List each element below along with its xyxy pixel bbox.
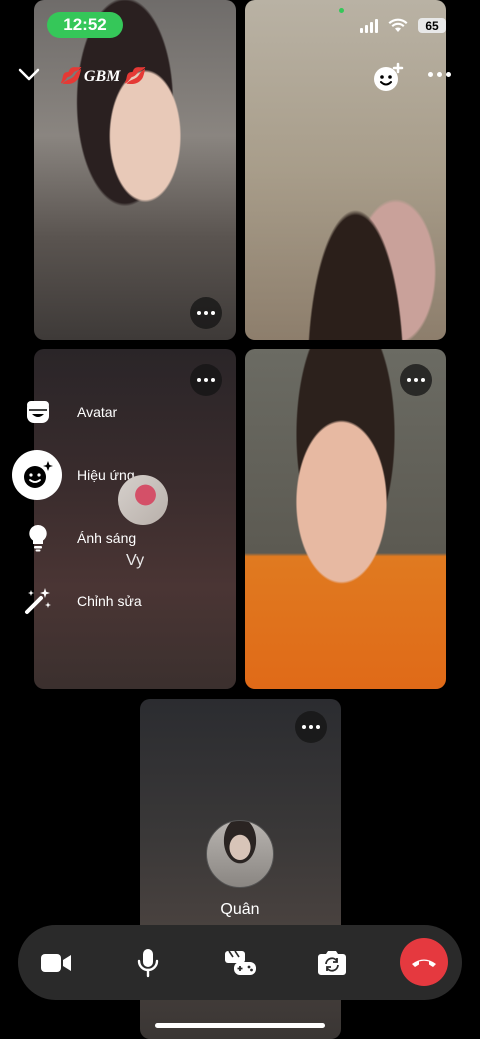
side-item-label: Chỉnh sửa [77,593,142,609]
games-button[interactable] [218,925,262,1000]
microphone-button[interactable] [130,925,166,1000]
flip-camera-button[interactable] [314,925,350,1000]
battery-indicator: 65 [418,18,446,33]
flip-camera-icon [318,950,346,975]
chevron-down-icon[interactable] [18,68,40,82]
participant-name: Quân [220,901,260,918]
avatar [118,475,168,525]
lightbulb-icon [18,518,58,558]
home-indicator[interactable] [155,1023,325,1028]
avatar [206,820,274,888]
wifi-icon [388,18,408,32]
status-time: 12:52 [47,12,123,38]
end-call-button[interactable] [400,938,448,986]
tile-more-button[interactable] [190,297,222,329]
games-icon [225,950,256,975]
participant-tile-2[interactable] [245,0,446,340]
side-item-edit[interactable]: Chỉnh sửa [0,579,200,623]
video-toggle-button[interactable] [36,925,76,1000]
more-options-button[interactable] [428,72,451,77]
magic-wand-icon [18,581,58,621]
tile-more-button[interactable] [400,364,432,396]
participant-tile-1[interactable] [34,0,236,340]
camera-indicator [339,8,344,13]
side-item-effects[interactable]: Hiệu ứng [0,450,200,500]
side-item-lighting[interactable]: Ánh sáng [0,516,200,560]
effects-icon [12,450,62,500]
call-controls-bar [18,925,462,1000]
add-effect-icon[interactable] [372,62,404,94]
side-item-label: Ánh sáng [77,530,137,546]
participant-name: Vy [126,552,145,569]
participant-tile-4[interactable] [245,349,446,689]
end-call-icon [412,959,436,967]
microphone-icon [137,948,159,977]
avatar-icon [18,392,58,432]
signal-icon [360,18,378,33]
tile-more-button[interactable] [295,711,327,743]
status-icons: 65 [360,18,446,33]
side-item-avatar[interactable]: Avatar [0,390,200,434]
side-item-label: Avatar [77,404,118,420]
call-title: 💋 GBM 💋 [60,68,145,85]
video-camera-icon [41,953,71,972]
